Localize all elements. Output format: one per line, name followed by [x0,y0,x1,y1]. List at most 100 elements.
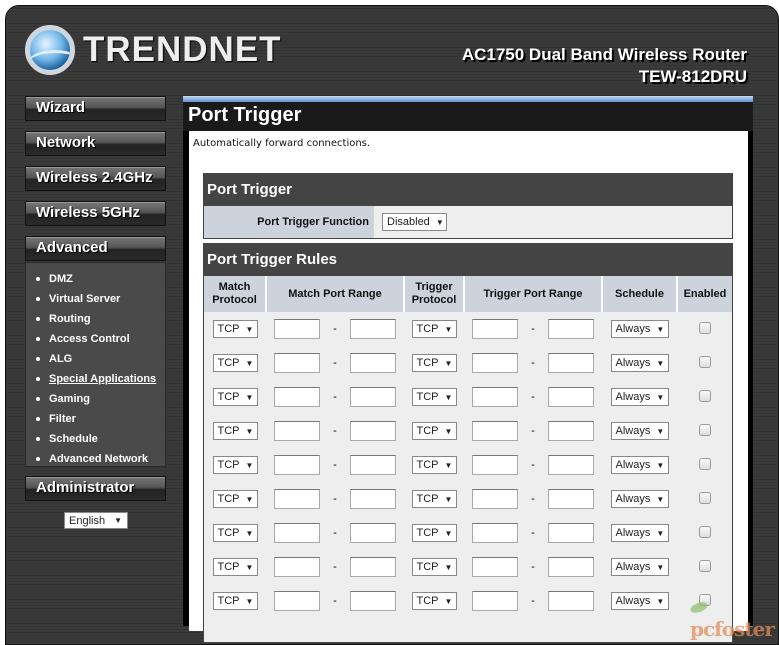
chevron-down-icon: ▼ [444,596,453,606]
nav-wireless-24ghz[interactable]: Wireless 2.4GHz [25,166,166,191]
select-value: Always [615,493,651,505]
schedule-select[interactable]: Always ▼ [610,592,669,610]
enabled-checkbox[interactable] [698,355,711,368]
match-port-start-input[interactable] [274,557,320,577]
match-protocol-select[interactable]: TCP ▼ [212,320,258,338]
trigger-protocol-select[interactable]: TCP ▼ [411,558,457,576]
trigger-protocol-select[interactable]: TCP ▼ [411,524,457,542]
trigger-protocol-select[interactable]: TCP ▼ [411,490,457,508]
schedule-select[interactable]: Always ▼ [610,422,669,440]
trigger-port-end-input[interactable] [548,455,594,475]
trigger-port-start-input[interactable] [472,489,518,509]
match-protocol-select[interactable]: TCP ▼ [212,592,258,610]
select-value: TCP [217,391,240,403]
range-separator: - [531,391,535,403]
trigger-port-end-input[interactable] [548,387,594,407]
trigger-port-start-input[interactable] [472,591,518,611]
range-separator: - [531,595,535,607]
schedule-select[interactable]: Always ▼ [610,524,669,542]
schedule-select[interactable]: Always ▼ [610,558,669,576]
cell-schedule: Always ▼ [602,312,677,346]
match-protocol-select[interactable]: TCP ▼ [212,422,258,440]
match-protocol-select[interactable]: TCP ▼ [212,354,258,372]
trigger-port-start-input[interactable] [472,557,518,577]
col-schedule: Schedule [602,276,678,312]
trigger-protocol-select[interactable]: TCP ▼ [411,592,457,610]
enabled-checkbox[interactable] [698,525,711,538]
submenu-item-alg[interactable]: ALG [26,349,165,369]
submenu-item-virtual-server[interactable]: Virtual Server [26,289,165,309]
match-port-end-input[interactable] [350,591,396,611]
trigger-port-end-input[interactable] [548,421,594,441]
schedule-select[interactable]: Always ▼ [610,388,669,406]
match-port-end-input[interactable] [350,523,396,543]
trigger-port-end-input[interactable] [548,523,594,543]
submenu-item-dmz[interactable]: DMZ [26,269,165,289]
match-port-start-input[interactable] [274,455,320,475]
cell-match-protocol: TCP ▼ [204,414,266,448]
trigger-port-end-input[interactable] [548,557,594,577]
schedule-select[interactable]: Always ▼ [610,320,669,338]
match-port-start-input[interactable] [274,387,320,407]
trigger-port-start-input[interactable] [472,319,518,339]
nav-administrator[interactable]: Administrator [25,476,166,501]
advanced-submenu: DMZ Virtual Server Routing Access Control AL… [25,262,166,467]
submenu-item-special-applications[interactable]: Special Applications [26,369,165,389]
match-port-start-input[interactable] [274,319,320,339]
match-port-start-input[interactable] [274,489,320,509]
match-port-start-input[interactable] [274,591,320,611]
trigger-port-start-input[interactable] [472,353,518,373]
trigger-protocol-select[interactable]: TCP ▼ [411,354,457,372]
schedule-select[interactable]: Always ▼ [610,490,669,508]
enabled-checkbox[interactable] [698,491,711,504]
submenu-item-routing[interactable]: Routing [26,309,165,329]
match-port-start-input[interactable] [274,421,320,441]
schedule-select[interactable]: Always ▼ [610,456,669,474]
enabled-checkbox[interactable] [698,423,711,436]
schedule-select[interactable]: Always ▼ [610,354,669,372]
match-port-end-input[interactable] [350,387,396,407]
match-port-end-input[interactable] [350,557,396,577]
submenu-item-label: Special Applications [49,373,157,385]
trigger-protocol-select[interactable]: TCP ▼ [411,422,457,440]
port-trigger-function-select[interactable]: Disabled ▼ [382,213,447,231]
trigger-port-start-input[interactable] [472,387,518,407]
submenu-item-schedule[interactable]: Schedule [26,429,165,449]
match-port-end-input[interactable] [350,421,396,441]
trigger-port-end-input[interactable] [548,591,594,611]
trigger-port-end-input[interactable] [548,319,594,339]
trigger-protocol-select[interactable]: TCP ▼ [411,388,457,406]
enabled-checkbox[interactable] [698,389,711,402]
submenu-item-gaming[interactable]: Gaming [26,389,165,409]
language-select[interactable]: English ▼ [64,512,128,529]
submenu-item-advanced-network[interactable]: Advanced Network [26,449,165,469]
submenu-item-access-control[interactable]: Access Control [26,329,165,349]
match-protocol-select[interactable]: TCP ▼ [212,490,258,508]
nav-advanced[interactable]: Advanced [25,236,166,261]
match-port-start-input[interactable] [274,353,320,373]
match-protocol-select[interactable]: TCP ▼ [212,388,258,406]
nav-network[interactable]: Network [25,131,166,156]
select-value: Always [615,323,651,335]
nav-wizard[interactable]: Wizard [25,96,166,121]
trigger-protocol-select[interactable]: TCP ▼ [411,320,457,338]
trigger-port-end-input[interactable] [548,353,594,373]
match-protocol-select[interactable]: TCP ▼ [212,558,258,576]
trigger-port-end-input[interactable] [548,489,594,509]
match-port-end-input[interactable] [350,489,396,509]
enabled-checkbox[interactable] [698,457,711,470]
enabled-checkbox[interactable] [698,559,711,572]
match-port-end-input[interactable] [350,319,396,339]
trigger-protocol-select[interactable]: TCP ▼ [411,456,457,474]
match-protocol-select[interactable]: TCP ▼ [212,456,258,474]
match-port-end-input[interactable] [350,455,396,475]
trigger-port-start-input[interactable] [472,421,518,441]
match-port-end-input[interactable] [350,353,396,373]
trigger-port-start-input[interactable] [472,523,518,543]
match-protocol-select[interactable]: TCP ▼ [212,524,258,542]
trigger-port-start-input[interactable] [472,455,518,475]
enabled-checkbox[interactable] [698,321,711,334]
nav-wireless-5ghz[interactable]: Wireless 5GHz [25,201,166,226]
match-port-start-input[interactable] [274,523,320,543]
submenu-item-filter[interactable]: Filter [26,409,165,429]
